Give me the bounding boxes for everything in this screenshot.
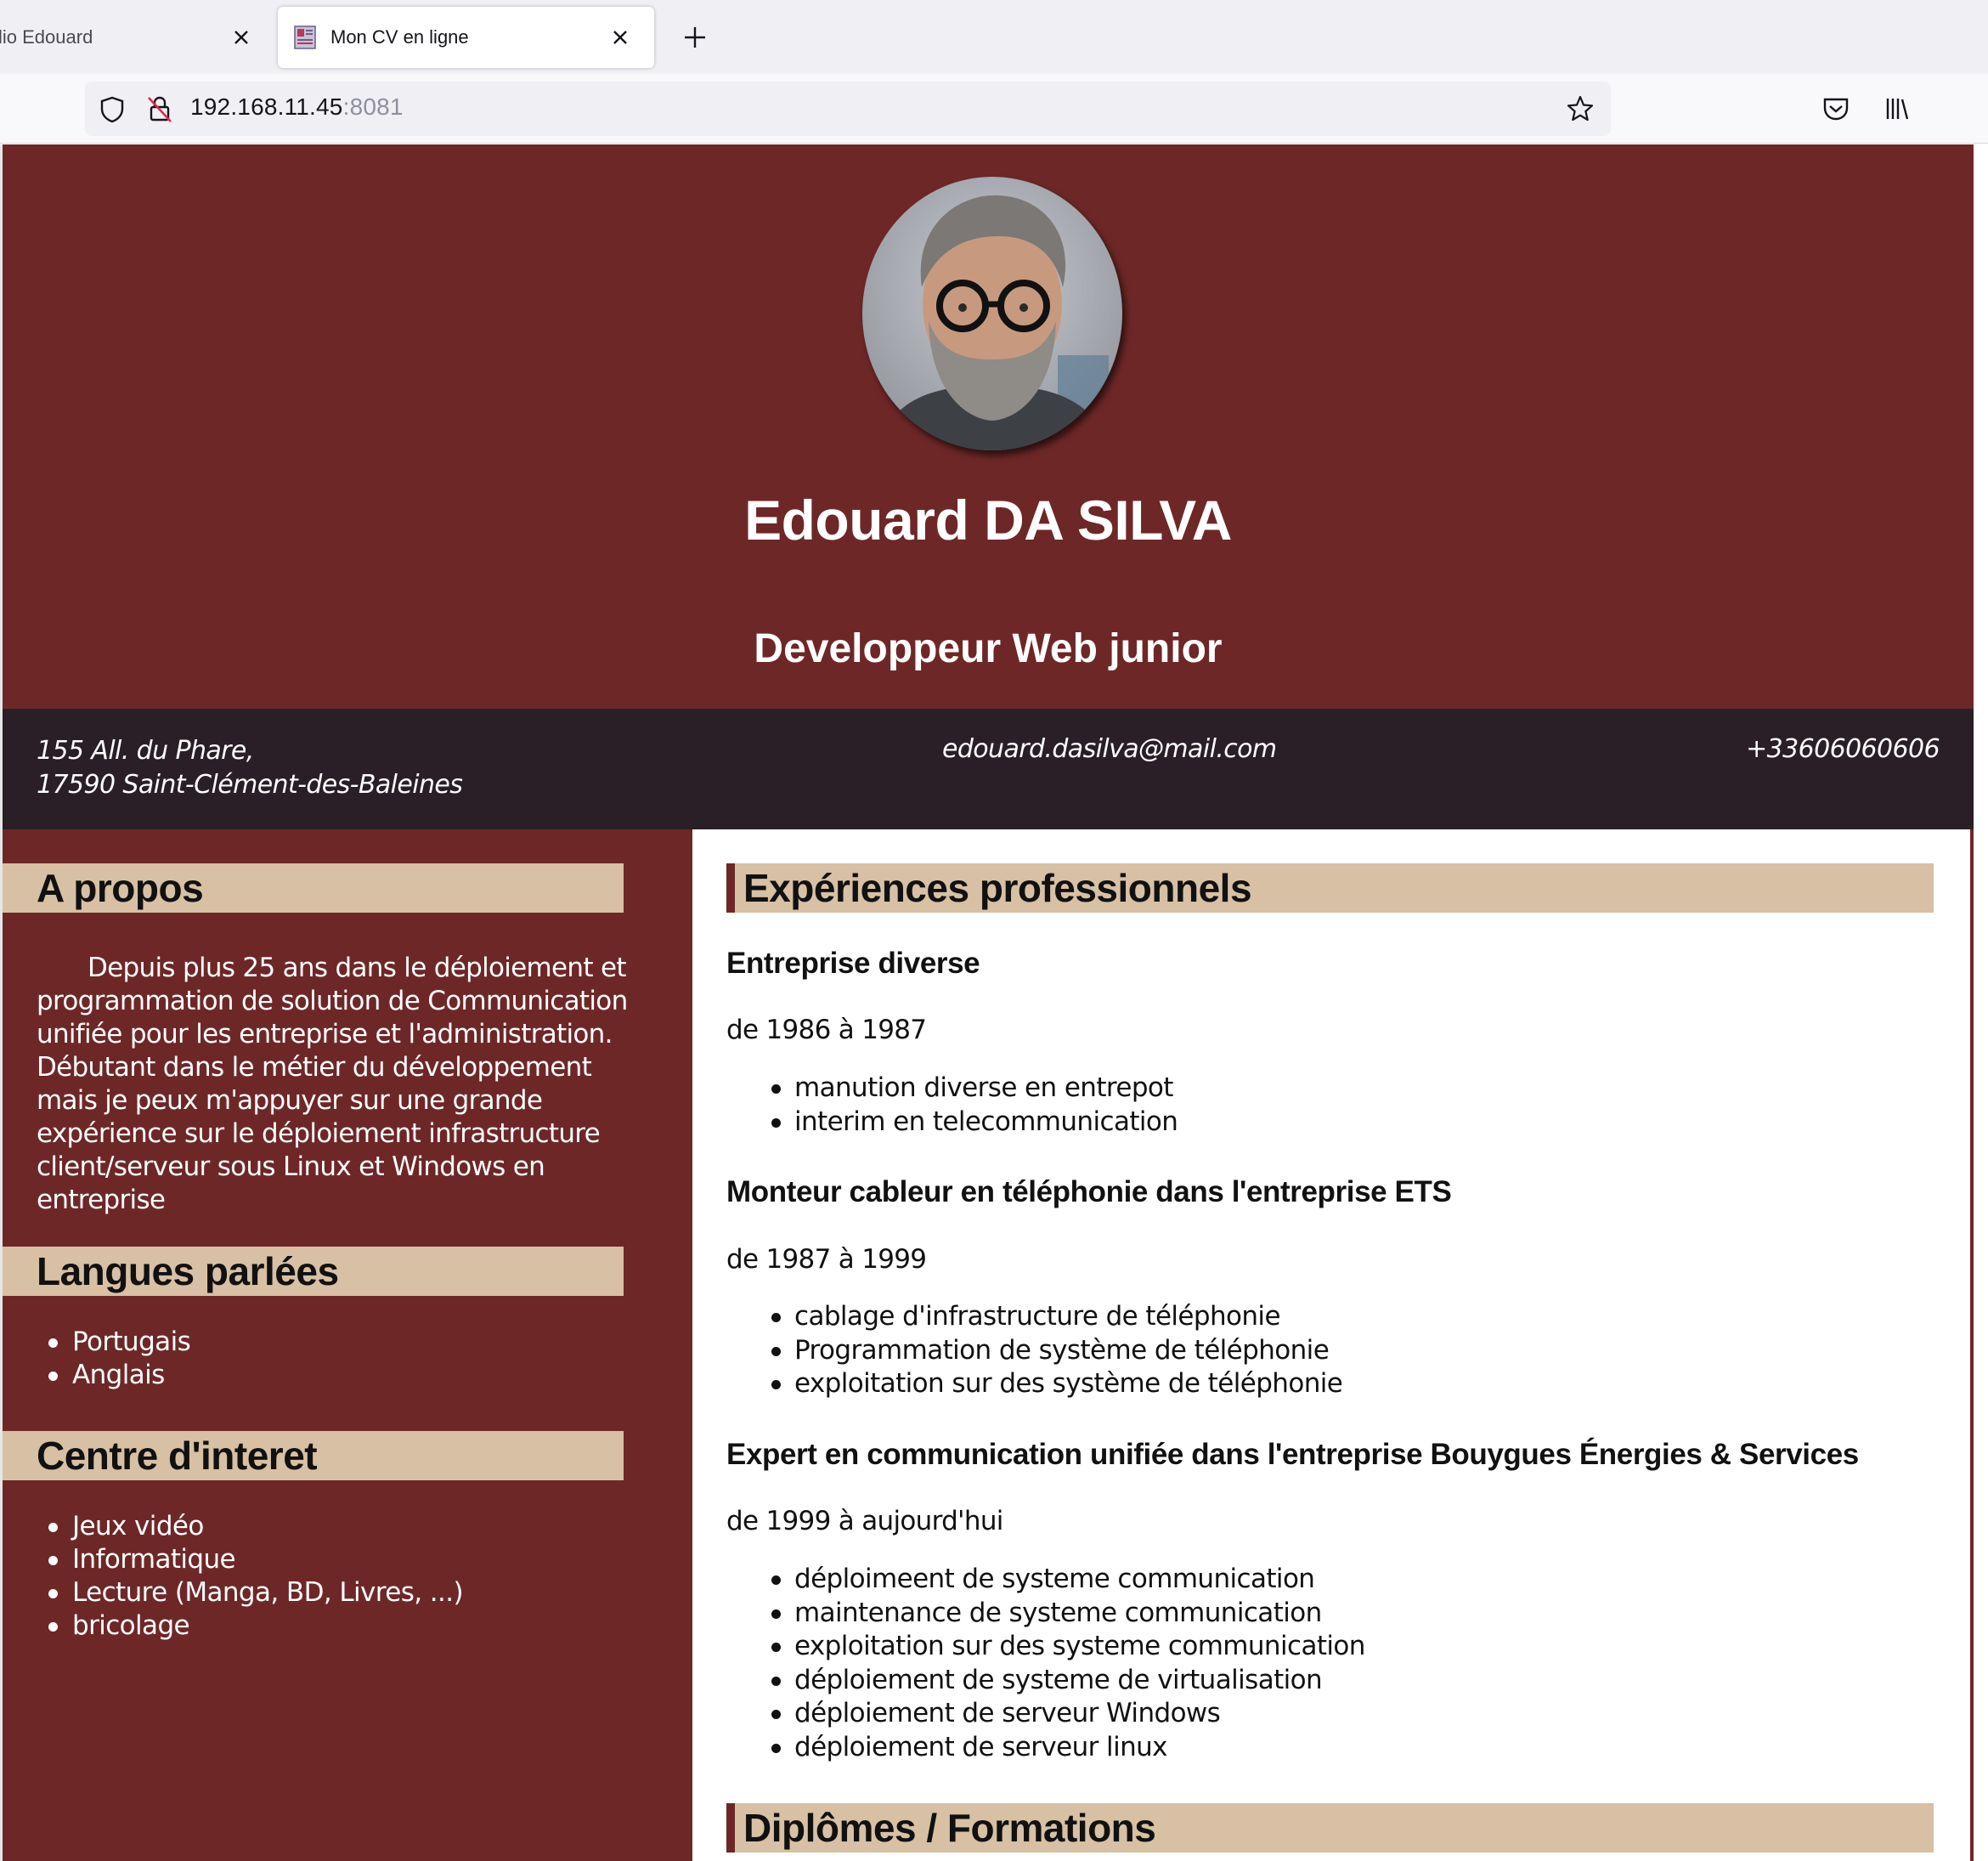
interests-list: Jeux vidéo Informatique Lecture (Manga, … xyxy=(37,1510,464,1643)
cv-role: Developpeur Web junior xyxy=(754,626,1223,671)
list-item: déploimeent de systeme communication xyxy=(726,1563,1365,1597)
list-item: Portugais xyxy=(37,1326,191,1359)
tab-title: Mon CV en ligne xyxy=(330,26,469,48)
list-item: déploiement de serveur linux xyxy=(726,1731,1365,1765)
list-item: déploiement de serveur Windows xyxy=(726,1697,1365,1731)
list-item: interim en telecommunication xyxy=(726,1106,1178,1140)
job-task-list: déploimeent de systeme communication mai… xyxy=(726,1563,1365,1764)
insecure-lock-icon[interactable] xyxy=(144,93,175,124)
address-line-2: 17590 Saint-Clément-des-Baleines xyxy=(37,770,463,800)
url-text[interactable]: 192.168.11.45:8081 xyxy=(190,93,404,121)
library-icon[interactable] xyxy=(1881,93,1913,125)
list-item: bricolage xyxy=(37,1609,463,1643)
section-heading-education: Diplômes / Formations xyxy=(726,1803,1934,1853)
shield-icon[interactable] xyxy=(98,95,127,124)
list-item: cablage d'infrastructure de téléphonie xyxy=(726,1300,1342,1334)
languages-list: Portugais Anglais xyxy=(37,1326,191,1392)
contact-address: 155 All. du Phare, 17590 Saint-Clément-d… xyxy=(37,734,463,802)
cv-name: Edouard DA SILVA xyxy=(744,489,1232,552)
list-item: maintenance de systeme communication xyxy=(726,1597,1365,1631)
tab-portfolio[interactable]: lio Edouard xyxy=(0,7,270,68)
job-dates: de 1987 à 1999 xyxy=(726,1244,927,1275)
address-line-1: 155 All. du Phare, xyxy=(37,736,254,766)
favicon-icon xyxy=(294,25,316,49)
close-icon[interactable] xyxy=(226,22,257,53)
job-task-list: cablage d'infrastructure de téléphonie P… xyxy=(726,1300,1343,1401)
list-item: Jeux vidéo xyxy=(37,1510,463,1543)
bookmark-star-icon[interactable] xyxy=(1565,93,1595,124)
job-dates: de 1986 à 1987 xyxy=(726,1015,927,1045)
section-heading-experience: Expériences professionnels xyxy=(726,863,1934,913)
contact-bar: 155 All. du Phare, 17590 Saint-Clément-d… xyxy=(3,709,1974,829)
url-port: :8081 xyxy=(342,93,404,120)
about-text: Depuis plus 25 ans dans le déploiement e… xyxy=(37,953,628,1215)
list-item: Lecture (Manga, BD, Livres, ...) xyxy=(37,1576,464,1609)
cv-page: Edouard DA SILVA Developpeur Web junior … xyxy=(0,144,1988,1861)
job-title: Expert en communication unifiée dans l'e… xyxy=(726,1438,1859,1471)
list-item: Programmation de système de téléphonie xyxy=(726,1334,1342,1368)
cv-header: Edouard DA SILVA Developpeur Web junior xyxy=(3,144,1974,709)
list-item: Anglais xyxy=(37,1359,190,1392)
section-heading-interests: Centre d'interet xyxy=(3,1431,624,1480)
profile-photo xyxy=(862,177,1122,450)
contact-email: edouard.dasilva@mail.com xyxy=(942,734,1277,764)
tab-bar: lio Edouard Mon CV en ligne xyxy=(0,0,1988,74)
nav-bar: 192.168.11.45:8081 xyxy=(0,74,1988,144)
contact-phone: +33606060606 xyxy=(1746,734,1940,764)
job-title: Monteur cableur en téléphonie dans l'ent… xyxy=(726,1175,1452,1208)
list-item: exploitation sur des systeme communicati… xyxy=(726,1630,1365,1664)
close-icon[interactable] xyxy=(605,22,635,53)
page-edge xyxy=(1970,829,1974,1861)
new-tab-icon[interactable] xyxy=(676,19,714,56)
list-item: déploiement de systeme de virtualisation xyxy=(726,1664,1365,1698)
section-heading-languages: Langues parlées xyxy=(3,1247,624,1296)
job-title: Entreprise diverse xyxy=(726,947,980,980)
job-task-list: manution diverse en entrepot interim en … xyxy=(726,1072,1178,1139)
tab-mon-cv[interactable]: Mon CV en ligne xyxy=(278,7,654,68)
main-content: Expériences professionnels Entreprise di… xyxy=(692,829,1970,1861)
list-item: exploitation sur des système de téléphon… xyxy=(726,1367,1343,1401)
section-heading-about: A propos xyxy=(3,863,624,913)
pocket-icon[interactable] xyxy=(1820,93,1852,125)
url-host: 192.168.11.45 xyxy=(190,93,343,120)
job-dates: de 1999 à aujourd'hui xyxy=(726,1506,1003,1536)
sidebar: A propos Depuis plus 25 ans dans le dépl… xyxy=(3,829,692,1861)
url-bar[interactable]: 192.168.11.45:8081 xyxy=(85,82,1611,136)
list-item: Informatique xyxy=(37,1543,463,1576)
list-item: manution diverse en entrepot xyxy=(726,1072,1178,1106)
tab-title: lio Edouard xyxy=(0,26,93,48)
